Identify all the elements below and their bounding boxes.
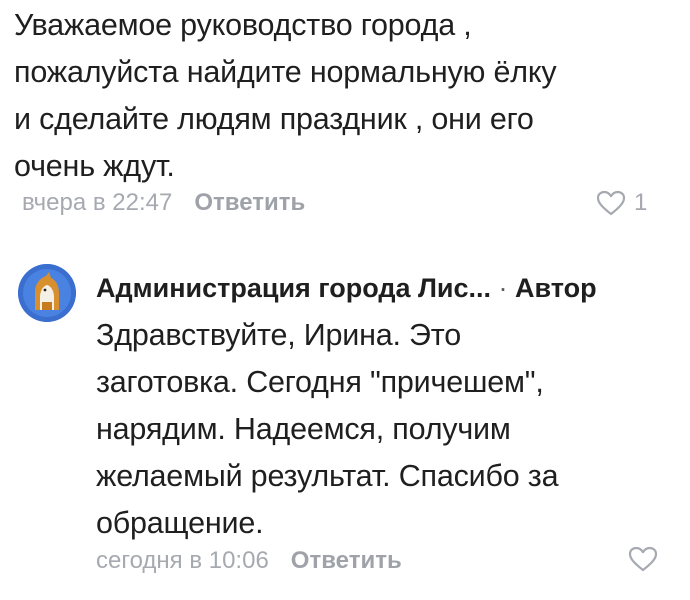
avatar[interactable] [18, 264, 76, 322]
heart-icon [596, 190, 626, 216]
reply-author-line: Администрация города Лис... · Автор [96, 270, 676, 306]
reply-reply-button[interactable]: Ответить [291, 547, 402, 574]
author-separator: · [491, 273, 516, 303]
comment-like-button[interactable]: 1 [596, 188, 647, 218]
comment-meta: вчера в 22:47 Ответить [22, 188, 305, 218]
author-badge: Автор [515, 273, 597, 303]
comment-time: вчера в 22:47 [22, 189, 173, 216]
reply-like-button[interactable] [628, 546, 658, 572]
comment-text: Уважаемое руководство города , пожалуйст… [14, 8, 557, 183]
comment-like-count: 1 [634, 189, 648, 216]
reply-text: Здравствуйте, Ирина. Это заготовка. Сего… [96, 318, 559, 540]
fox-emblem-icon [18, 264, 76, 322]
heart-icon [628, 546, 658, 572]
comment-reply-button[interactable]: Ответить [194, 189, 305, 216]
reply-meta: сегодня в 10:06 Ответить [96, 546, 402, 576]
reply-time: сегодня в 10:06 [96, 547, 269, 574]
reply-author-name[interactable]: Администрация города Лис... [96, 273, 491, 303]
